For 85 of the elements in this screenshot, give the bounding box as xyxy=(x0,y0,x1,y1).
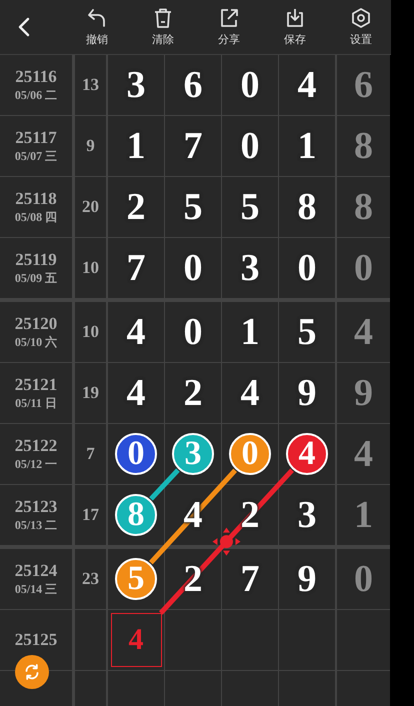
digit-cell[interactable]: 6 xyxy=(165,55,222,115)
issue-number: 25123 xyxy=(14,497,58,517)
digit-cell[interactable]: 3 xyxy=(108,55,165,115)
digit-cell[interactable]: 2 xyxy=(108,177,165,237)
sum-cell: 17 xyxy=(75,485,108,545)
draw-date: 05/07 三 xyxy=(14,148,58,164)
digit-cell[interactable]: 8 xyxy=(279,177,337,237)
digit-cell[interactable]: 1 xyxy=(108,116,165,176)
digit-cell[interactable]: 9 xyxy=(279,549,337,609)
settings-icon[interactable] xyxy=(350,7,372,29)
digit-cell[interactable]: 0 xyxy=(279,238,337,298)
download-icon[interactable] xyxy=(284,7,306,29)
move-handle[interactable] xyxy=(212,528,240,556)
draw-date: 05/12 一 xyxy=(14,456,58,472)
sum-cell: 20 xyxy=(75,177,108,237)
draw-date: 05/10 六 xyxy=(14,334,58,350)
table-cell[interactable] xyxy=(279,610,337,670)
digit-cell[interactable]: 1 xyxy=(279,116,337,176)
issue-number: 25120 xyxy=(14,314,58,334)
undo-button[interactable]: 撤销 xyxy=(74,7,120,47)
undo-icon[interactable] xyxy=(86,7,108,29)
clear-button[interactable]: 清除 xyxy=(140,7,186,47)
issue-number: 25118 xyxy=(15,189,57,209)
digit-cell[interactable]: 4 xyxy=(279,55,337,115)
tail-digit-cell: 9 xyxy=(337,363,390,423)
digit-cell[interactable]: 4 xyxy=(108,302,165,362)
table-cell xyxy=(337,610,390,670)
draw-date: 05/11 日 xyxy=(15,395,57,411)
table-cell[interactable]: 4 xyxy=(279,424,337,484)
digit-cell[interactable]: 0 xyxy=(222,116,279,176)
tail-digit-cell: 0 xyxy=(337,549,390,609)
draw-date: 05/09 五 xyxy=(14,270,58,286)
issue-number: 25116 xyxy=(15,67,57,87)
digit-ball[interactable]: 4 xyxy=(286,433,328,475)
draw-date: 05/14 三 xyxy=(14,581,58,597)
digit-cell[interactable]: 1 xyxy=(222,302,279,362)
digit-cell[interactable]: 9 xyxy=(279,363,337,423)
issue-number: 25121 xyxy=(14,375,58,395)
settings-button[interactable]: 设置 xyxy=(338,7,384,47)
sum-cell: 10 xyxy=(75,238,108,298)
table-cell xyxy=(337,671,390,706)
tail-digit-cell: 4 xyxy=(337,424,390,484)
digit-cell[interactable]: 4 xyxy=(222,363,279,423)
sum-cell: 7 xyxy=(75,424,108,484)
tail-digit-cell: 8 xyxy=(337,177,390,237)
back-icon[interactable] xyxy=(17,16,31,38)
digit-cell[interactable]: 3 xyxy=(222,238,279,298)
issue-number: 25122 xyxy=(14,436,58,456)
draw-date: 05/08 四 xyxy=(14,209,58,225)
digit-cell[interactable]: 7 xyxy=(108,238,165,298)
save-button[interactable]: 保存 xyxy=(272,7,318,47)
sum-cell: 10 xyxy=(75,302,108,362)
issue-number: 25117 xyxy=(15,128,57,148)
digit-cell[interactable]: 7 xyxy=(165,116,222,176)
issue-number: 25125 xyxy=(14,630,58,650)
digit-cell[interactable]: 5 xyxy=(279,302,337,362)
digit-cell[interactable]: 5 xyxy=(165,177,222,237)
digit-cell[interactable]: 0 xyxy=(222,55,279,115)
tail-digit-cell: 0 xyxy=(337,238,390,298)
table-cell[interactable]: 0 xyxy=(108,424,165,484)
sum-cell: 19 xyxy=(75,363,108,423)
sum-cell: 23 xyxy=(75,549,108,609)
tail-digit-cell: 4 xyxy=(337,302,390,362)
share-icon[interactable] xyxy=(218,7,240,29)
issue-number: 25124 xyxy=(14,561,58,581)
table-cell[interactable] xyxy=(165,610,222,670)
digit-cell[interactable]: 7 xyxy=(222,549,279,609)
tail-digit-cell: 6 xyxy=(337,55,390,115)
draw-date: 05/13 二 xyxy=(14,517,58,533)
share-button[interactable]: 分享 xyxy=(206,7,252,47)
digit-cell[interactable]: 0 xyxy=(165,238,222,298)
issue-number: 25119 xyxy=(15,250,57,270)
draw-date: 05/06 二 xyxy=(14,87,58,103)
tail-digit-cell: 1 xyxy=(337,485,390,545)
sum-cell: 9 xyxy=(75,116,108,176)
digit-cell[interactable]: 5 xyxy=(222,177,279,237)
digit-cell[interactable]: 2 xyxy=(165,363,222,423)
digit-cell[interactable]: 4 xyxy=(108,363,165,423)
digit-cell[interactable]: 3 xyxy=(279,485,337,545)
trash-icon[interactable] xyxy=(152,7,174,29)
digit-cell[interactable]: 0 xyxy=(165,302,222,362)
sum-cell: 13 xyxy=(75,55,108,115)
tail-digit-cell: 8 xyxy=(337,116,390,176)
table-cell[interactable] xyxy=(222,610,279,670)
digit-ball[interactable]: 0 xyxy=(115,433,157,475)
